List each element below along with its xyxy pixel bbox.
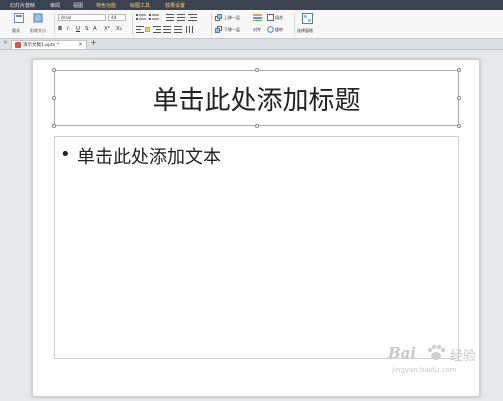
resize-handle[interactable] [52,124,56,128]
paragraph-group [134,11,210,37]
resize-handle[interactable] [457,124,461,128]
menu-drawing-tools[interactable]: 绘图工具 [130,2,150,9]
font-color-button[interactable]: A [93,26,97,32]
send-backward-label[interactable]: 下移一层 [224,27,240,33]
ribbon-divider [54,13,55,35]
distributed-icon[interactable] [174,26,182,33]
align-left-icon[interactable] [136,26,144,33]
bullet-list-icon[interactable] [136,14,146,21]
ppt-file-icon [15,42,21,48]
subscript-button[interactable]: X₂ [116,26,122,32]
paw-logo-icon [427,344,446,360]
watermark-cn: 经验 [450,349,477,364]
menu-slideshow[interactable]: 幻灯片放映 [10,2,35,9]
resize-handle[interactable] [255,68,259,72]
layout-label[interactable]: 版式 [12,28,20,34]
fill-color-icon[interactable] [253,14,262,21]
document-tab-bar: × 演示文稿1.pptx * × + [0,38,503,50]
shadow-button[interactable]: S [85,26,89,32]
baidu-jingyan-watermark: Bai 经验 jingyan.baidu.com [388,344,500,388]
shape-size-label[interactable]: 形状大小 [30,28,46,34]
increase-indent-icon[interactable] [177,14,185,21]
title-placeholder[interactable]: 单击此处添加标题 [54,70,459,126]
select-pane-group: 选择窗格 [296,11,322,37]
watermark-url: jingyan.baidu.com [392,366,457,374]
italic-button[interactable]: I [67,26,69,32]
combine-label[interactable]: 组合 [275,15,283,21]
resize-handle[interactable] [255,124,259,128]
font-name-select[interactable]: Arial [58,14,106,21]
combine-icon[interactable] [267,14,274,21]
align-center-button[interactable] [145,27,150,32]
menu-effects[interactable]: 效果设置 [165,2,185,9]
resize-handle[interactable] [52,96,56,100]
align-label[interactable]: 对齐 [253,27,261,33]
layout-icon[interactable] [14,13,24,23]
resize-handle[interactable] [457,68,461,72]
align-right-icon[interactable] [153,26,161,33]
select-pane-icon[interactable] [302,13,313,24]
resize-handle[interactable] [52,68,56,72]
ribbon-divider [294,13,295,35]
select-pane-label[interactable]: 选择窗格 [297,28,313,34]
decrease-indent-icon[interactable] [166,14,174,21]
close-tab-icon[interactable]: × [78,41,83,48]
new-tab-plus-icon[interactable]: + [90,38,97,47]
tab-active-document[interactable]: 演示文稿1.pptx * × [11,40,87,49]
rotate-icon[interactable] [267,26,274,33]
arrange-group: 上移一层 组合 下移一层 对齐 旋转 [213,11,293,37]
bullet-marker: • [60,144,71,165]
text-direction-icon[interactable] [186,26,195,33]
bold-button[interactable]: B [58,26,62,32]
bring-forward-label[interactable]: 上移一层 [224,15,240,21]
ribbon-divider [132,13,133,35]
resize-handle[interactable] [457,96,461,100]
rotate-label[interactable]: 旋转 [275,27,283,33]
document-tab-label: 演示文稿1.pptx * [23,43,60,48]
numbered-list-icon[interactable] [149,14,159,21]
layout-group: 版式 形状大小 [0,11,52,37]
body-placeholder[interactable]: • 单击此处添加文本 [54,136,459,359]
shape-size-icon[interactable] [33,13,43,23]
send-backward-icon[interactable] [215,26,222,33]
menu-bar: 幻灯片放映 审阅 视图 特色功能 绘图工具 效果设置 [0,0,503,10]
underline-button[interactable]: U [76,26,80,32]
body-placeholder-text: 单击此处添加文本 [77,147,221,168]
font-group: Arial 44 B I U S A X² X₂ [56,11,131,37]
watermark-brand: Bai [388,344,417,362]
tab-bar-close-icon[interactable]: × [3,39,8,46]
justify-icon[interactable] [163,26,171,33]
line-spacing-icon[interactable] [188,14,197,21]
bring-forward-icon[interactable] [215,14,222,21]
font-size-select[interactable]: 44 [108,14,126,21]
superscript-button[interactable]: X² [104,26,110,32]
menu-view[interactable]: 视图 [73,2,83,9]
ribbon-divider [211,13,212,35]
ribbon-toolbar: 版式 形状大小 Arial 44 B I U S A X² X₂ 上移一层 组合… [0,10,503,39]
menu-special-features[interactable]: 特色功能 [96,2,116,9]
menu-review[interactable]: 审阅 [50,2,60,9]
